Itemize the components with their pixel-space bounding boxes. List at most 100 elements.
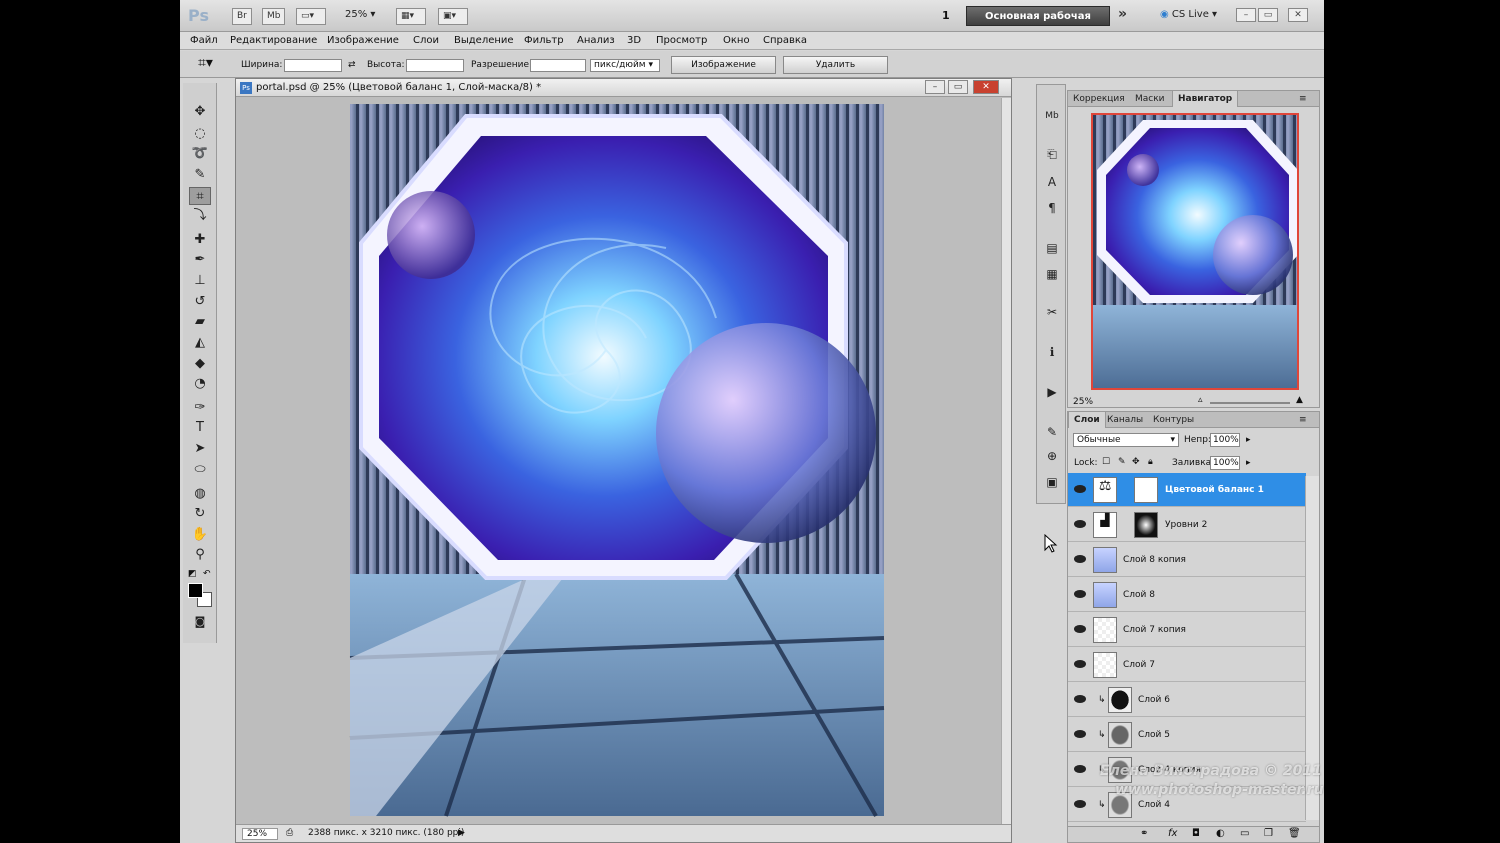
document-tab[interactable]: Ps portal.psd @ 25% (Цветовой баланс 1, …: [236, 79, 1011, 97]
healing-brush-tool-icon[interactable]: ✚: [189, 231, 211, 249]
layer-name[interactable]: Слой 8: [1123, 590, 1155, 600]
layer-name[interactable]: Уровни 2: [1165, 520, 1207, 530]
doc-restore-button[interactable]: ▭: [948, 80, 968, 94]
fill-field[interactable]: 100%: [1210, 456, 1240, 470]
visibility-eye-icon[interactable]: [1074, 590, 1086, 598]
link-layers-icon[interactable]: ⚭: [1140, 828, 1148, 839]
menu-select[interactable]: Выделение: [454, 35, 514, 46]
history-brush-tool-icon[interactable]: ↺: [189, 293, 211, 311]
layer-row[interactable]: Слой 7 копия: [1068, 613, 1306, 647]
move-tool-icon[interactable]: ✥: [189, 103, 211, 121]
visibility-eye-icon[interactable]: [1074, 485, 1086, 493]
menu-help[interactable]: Справка: [763, 35, 807, 46]
layer-name[interactable]: Слой 4: [1138, 800, 1170, 810]
tab-adjustments[interactable]: Коррекция: [1068, 91, 1130, 107]
swatches-icon[interactable]: ▤: [1042, 239, 1062, 257]
layer-name[interactable]: Слой 7 копия: [1123, 625, 1186, 635]
layers-menu-icon[interactable]: ≡: [1294, 412, 1312, 428]
lock-all-icon[interactable]: 🔒︎: [1148, 457, 1153, 467]
canvas-vertical-scrollbar[interactable]: [1001, 98, 1011, 826]
visibility-eye-icon[interactable]: [1074, 660, 1086, 668]
tab-paths[interactable]: Контуры: [1148, 412, 1199, 428]
doc-close-button[interactable]: ✕: [973, 80, 999, 94]
clone-source-icon[interactable]: ⊕: [1042, 447, 1062, 465]
clear-button[interactable]: Удалить: [783, 56, 888, 74]
path-selection-tool-icon[interactable]: ➤: [189, 440, 211, 458]
close-app-button[interactable]: ✕: [1288, 8, 1308, 22]
menu-view[interactable]: Просмотр: [656, 35, 707, 46]
menu-analysis[interactable]: Анализ: [577, 35, 615, 46]
visibility-eye-icon[interactable]: [1074, 730, 1086, 738]
menu-3d[interactable]: 3D: [627, 35, 641, 46]
height-field[interactable]: [406, 59, 464, 72]
3d-rotate-tool-icon[interactable]: ◍: [189, 485, 211, 503]
opacity-arrow-icon[interactable]: ▸: [1246, 435, 1251, 445]
marquee-tool-icon[interactable]: ◌: [189, 125, 211, 143]
eyedropper-tool-icon[interactable]: ⤵: [189, 207, 211, 225]
fill-arrow-icon[interactable]: ▸: [1246, 458, 1251, 468]
arrange-documents-button[interactable]: ▦▾: [396, 8, 426, 25]
blur-tool-icon[interactable]: ◆: [189, 355, 211, 373]
lock-transparent-icon[interactable]: ☐: [1102, 457, 1110, 467]
crop-tool-preset-icon[interactable]: ⌗▾: [198, 55, 213, 71]
status-zoom-field[interactable]: 25%: [242, 828, 278, 840]
layer-row[interactable]: ↳ Слой 6: [1068, 683, 1306, 717]
crop-tool-icon[interactable]: ⌗: [189, 187, 211, 205]
menu-window[interactable]: Окно: [723, 35, 750, 46]
more-workspaces-icon[interactable]: »: [1118, 6, 1127, 22]
animation-icon[interactable]: ▣: [1042, 473, 1062, 491]
layer-style-icon[interactable]: fx: [1168, 828, 1177, 839]
add-mask-icon[interactable]: ◘: [1192, 828, 1200, 839]
default-colors-icon[interactable]: ◩: [188, 569, 197, 579]
visibility-eye-icon[interactable]: [1074, 765, 1086, 773]
view-extras-button[interactable]: ▭▾: [296, 8, 326, 25]
hand-tool-icon[interactable]: ✋: [189, 526, 211, 544]
width-field[interactable]: [284, 59, 342, 72]
workspace-button[interactable]: Основная рабочая среда: [966, 6, 1110, 42]
screen-mode-button[interactable]: ▣▾: [438, 8, 468, 25]
units-select[interactable]: пикс/дюйм ▾: [590, 59, 660, 72]
layer-name[interactable]: Цветовой баланс 1: [1165, 485, 1264, 495]
layer-row[interactable]: ↳ Слой 5: [1068, 718, 1306, 752]
tab-navigator[interactable]: Навигатор: [1172, 91, 1239, 107]
navigator-zoom[interactable]: 25%: [1073, 397, 1093, 407]
actions-icon[interactable]: ▶: [1042, 383, 1062, 401]
layer-name[interactable]: Слой 5: [1138, 730, 1170, 740]
visibility-eye-icon[interactable]: [1074, 555, 1086, 563]
styles-icon[interactable]: ▦: [1042, 265, 1062, 283]
opacity-field[interactable]: 100%: [1210, 433, 1240, 447]
lock-position-icon[interactable]: ✥: [1132, 457, 1140, 467]
type-tool-icon[interactable]: T: [189, 419, 211, 437]
tab-channels[interactable]: Каналы: [1102, 412, 1148, 428]
layer-name[interactable]: Слой 7: [1123, 660, 1155, 670]
tool-presets-icon[interactable]: ✂: [1042, 303, 1062, 321]
panel-menu-icon[interactable]: ≡: [1294, 91, 1312, 107]
minimize-button[interactable]: –: [1236, 8, 1256, 22]
quick-mask-icon[interactable]: ◙: [189, 613, 211, 631]
menu-image[interactable]: Изображение: [327, 35, 399, 46]
mini-bridge-button[interactable]: Mb: [262, 8, 286, 25]
visibility-eye-icon[interactable]: [1074, 520, 1086, 528]
zoom-level-select[interactable]: 25% ▾: [345, 9, 375, 20]
dodge-tool-icon[interactable]: ◔: [189, 375, 211, 393]
3d-orbit-tool-icon[interactable]: ↻: [189, 505, 211, 523]
layer-row[interactable]: Слой 8 копия: [1068, 543, 1306, 577]
foreground-color-swatch[interactable]: [188, 583, 203, 598]
layer-row[interactable]: ⚖ Цветовой баланс 1: [1068, 473, 1306, 507]
status-menu-arrow-icon[interactable]: ▶: [458, 828, 465, 838]
bridge-button[interactable]: Br: [232, 8, 252, 25]
visibility-eye-icon[interactable]: [1074, 695, 1086, 703]
shape-tool-icon[interactable]: ⬭: [189, 461, 211, 479]
swap-colors-icon[interactable]: ↶: [203, 569, 211, 579]
layer-mask-thumbnail[interactable]: [1134, 512, 1158, 538]
layer-mask-thumbnail[interactable]: [1134, 477, 1158, 503]
layer-name[interactable]: Слой 8 копия: [1123, 555, 1186, 565]
layer-row[interactable]: Слой 7: [1068, 648, 1306, 682]
maximize-button[interactable]: ▭: [1258, 8, 1278, 22]
layer-name[interactable]: Слой 6: [1138, 695, 1170, 705]
front-image-button[interactable]: Изображение: [671, 56, 776, 74]
character-icon[interactable]: A: [1042, 173, 1062, 191]
status-info-icon[interactable]: ⎙: [286, 828, 293, 838]
tab-layers[interactable]: Слои: [1068, 412, 1106, 428]
paragraph-icon[interactable]: ¶: [1042, 199, 1062, 217]
